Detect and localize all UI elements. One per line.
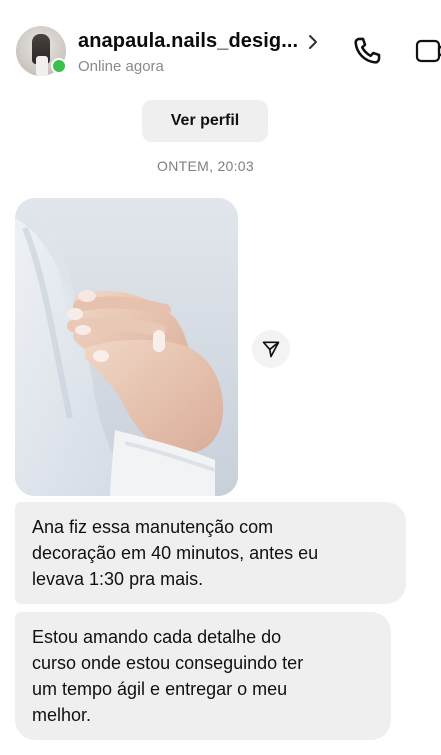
message-text-line: um tempo ágil e entregar o meu: [32, 679, 288, 699]
video-camera-icon[interactable]: [414, 36, 441, 66]
username-link[interactable]: anapaula.nails_desig...: [78, 30, 318, 53]
username: anapaula.nails_desig...: [78, 30, 299, 52]
chevron-right-icon: [309, 34, 318, 49]
avatar[interactable]: [16, 26, 67, 76]
message-bubble[interactable]: Estou amando cada detalhe do curso onde …: [15, 612, 391, 740]
message-text-line: levava 1:30 pra mais.: [32, 569, 204, 589]
message-text-line: decoração em 40 minutos, antes eu: [32, 543, 319, 563]
nail-photo: [15, 198, 238, 496]
chat-header: anapaula.nails_desig... Online agora: [0, 0, 441, 92]
online-status-text: Online agora: [78, 58, 164, 75]
view-profile-button[interactable]: Ver perfil: [142, 100, 268, 142]
message-text-line: curso onde estou conseguindo ter: [32, 653, 304, 673]
message-text-line: melhor.: [32, 705, 92, 725]
message-bubble[interactable]: Ana fiz essa manutenção com decoração em…: [15, 502, 406, 604]
message-timestamp: ONTEM, 20:03: [157, 158, 254, 174]
avatar-figure: [32, 34, 50, 76]
photo-message[interactable]: [15, 198, 238, 496]
online-status-dot: [51, 58, 67, 74]
share-icon: [262, 341, 280, 358]
share-button[interactable]: [252, 330, 290, 368]
message-text-line: Estou amando cada detalhe do: [32, 627, 282, 647]
phone-icon[interactable]: [350, 34, 384, 68]
message-text-line: Ana fiz essa manutenção com: [32, 517, 274, 537]
